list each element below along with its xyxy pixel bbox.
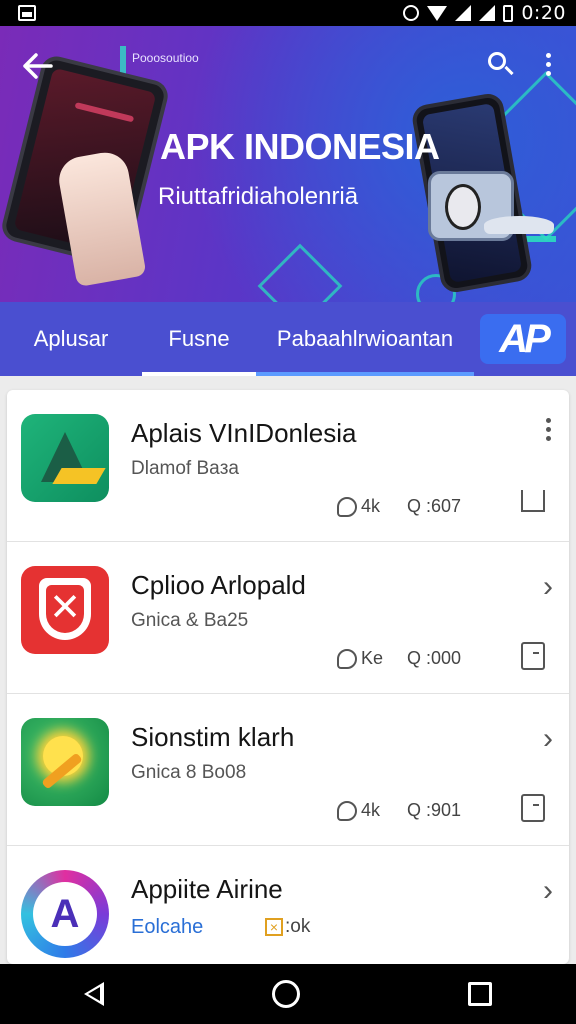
more-vert-icon[interactable] xyxy=(546,418,551,441)
list-item[interactable]: ✕ Cplioo Arlopald Gnica & Ba25 Ke Q :000… xyxy=(7,542,569,694)
brand-logo-text: AP xyxy=(499,316,551,361)
list-item[interactable]: A Appiite Airine Eolcahe × :ok › xyxy=(7,846,569,964)
tab-indicator-secondary xyxy=(256,372,474,376)
circuit-decoration xyxy=(257,243,343,302)
tab-pabaahlrwioantan[interactable]: Pabaahlrwioantan xyxy=(256,302,474,376)
header-small-label: Pooosoutioo xyxy=(132,51,199,65)
list-item[interactable]: Aplais VInIDonlesia Dlamof Baзa 4k Q :60… xyxy=(7,390,569,542)
app-subtitle: Dlamof Baзa xyxy=(131,458,239,479)
download-stat: 4k xyxy=(337,800,380,821)
arrow-left-icon xyxy=(23,53,53,79)
circle-app-icon: A xyxy=(21,870,109,958)
tab-bar: Aplusar Fusne Pabaahlrwioantan AP xyxy=(0,302,576,376)
rating-stat: Q :000 xyxy=(407,648,462,668)
status-time: 0:20 xyxy=(521,2,566,24)
document-icon[interactable] xyxy=(521,642,545,670)
chevron-right-icon[interactable]: › xyxy=(543,722,553,756)
tab-indicator xyxy=(142,372,256,376)
battery-icon xyxy=(503,4,514,22)
bookmark-icon[interactable] xyxy=(521,490,545,512)
page-subtitle: Riuttafridiaholenriā xyxy=(158,183,359,210)
app-subtitle: Gnica & Ba25 xyxy=(131,610,249,631)
status-icons: 0:20 xyxy=(403,2,566,24)
chevron-right-icon[interactable]: › xyxy=(543,874,553,908)
dish-illustration xyxy=(484,216,554,234)
tab-label: Aplusar xyxy=(33,326,109,351)
shield-app-icon: ✕ xyxy=(21,566,109,654)
drive-app-icon xyxy=(21,414,109,502)
page-title: APK INDONESIA xyxy=(160,126,440,167)
app-title: Appiite Airine xyxy=(131,874,283,904)
more-vert-icon xyxy=(545,52,551,58)
overflow-menu-button[interactable] xyxy=(536,48,560,80)
download-stat: 4k xyxy=(337,496,380,517)
status-bar: 0:20 xyxy=(0,0,576,26)
wifi-icon xyxy=(427,5,448,21)
nav-home-icon[interactable] xyxy=(272,980,300,1008)
nav-back-icon[interactable] xyxy=(84,982,104,1006)
download-icon xyxy=(337,800,357,821)
document-icon[interactable] xyxy=(521,794,545,822)
download-stat: Ke xyxy=(337,648,383,669)
system-nav-bar xyxy=(0,964,576,1024)
app-title: Sionstim klarh xyxy=(131,722,295,752)
app-subtitle: Gnica 8 Bo08 xyxy=(131,762,247,783)
tab-aplusar[interactable]: Aplusar xyxy=(0,302,142,376)
rating-stat: Q :901 xyxy=(407,800,462,820)
app-link[interactable]: Eolcahe xyxy=(131,916,203,939)
search-button[interactable] xyxy=(482,46,518,82)
close-box-icon: × xyxy=(265,918,283,936)
alarm-icon xyxy=(403,5,420,21)
app-list: Aplais VInIDonlesia Dlamof Baзa 4k Q :60… xyxy=(7,390,569,964)
gear-icon xyxy=(337,648,357,669)
app-title: Cplioo Arlopald xyxy=(131,570,306,600)
app-title: Aplais VInIDonlesia xyxy=(131,418,357,448)
signal-icon xyxy=(455,5,472,21)
back-button[interactable] xyxy=(18,46,58,86)
key-app-icon xyxy=(21,718,109,806)
app-badge: × :ok xyxy=(265,916,310,938)
brand-logo: AP xyxy=(480,314,566,364)
tab-label: Pabaahlrwioantan xyxy=(276,326,454,351)
download-icon xyxy=(337,496,357,517)
signal-icon-2 xyxy=(479,5,496,21)
rating-stat: Q :607 xyxy=(407,496,462,516)
list-item[interactable]: Sionstim klarh Gnica 8 Bo08 4k Q :901 › xyxy=(7,694,569,846)
tab-label: Fusne xyxy=(168,326,230,351)
gallery-notification-icon xyxy=(18,5,36,21)
tab-fusne[interactable]: Fusne xyxy=(142,302,256,376)
nav-recents-icon[interactable] xyxy=(468,982,492,1006)
hero-banner: Pooosoutioo APK INDONESIA Riuttafridiaho… xyxy=(0,26,576,302)
chevron-right-icon[interactable]: › xyxy=(543,570,553,604)
